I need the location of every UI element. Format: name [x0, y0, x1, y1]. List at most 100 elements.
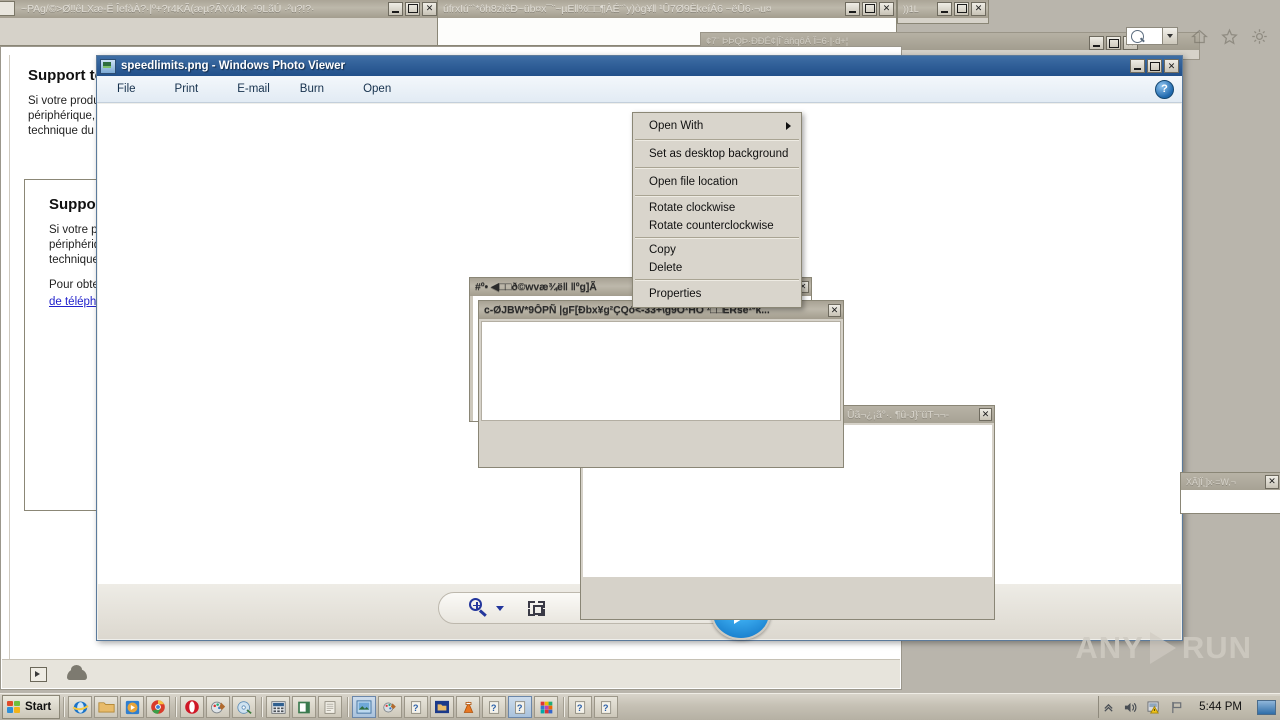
quicklaunch-calculator-icon[interactable]: [266, 696, 291, 718]
menu-separator: [635, 167, 799, 169]
background-window-3[interactable]: ))1L ✕: [897, 0, 989, 24]
menu-email[interactable]: E-mail: [231, 79, 276, 99]
quicklaunch-opera-icon[interactable]: [180, 696, 205, 718]
window-controls[interactable]: ✕: [845, 1, 894, 16]
window-body: [1181, 490, 1280, 513]
media-icon[interactable]: [30, 666, 47, 682]
close-button[interactable]: ✕: [422, 1, 437, 16]
context-menu-item-open-file-location[interactable]: Open file location: [633, 171, 801, 193]
clock[interactable]: 5:44 PM: [1193, 701, 1248, 713]
window-titlebar[interactable]: XÃ]Ï¸]x·=W,¬ ✕: [1181, 473, 1280, 490]
task-colors[interactable]: [534, 696, 559, 718]
window-titlebar[interactable]: ~PAg/©>Ø‼êLXæ-Ë ÎefàÀ?·|º+?r4KÃ(æµ?ÃYó4K…: [0, 0, 439, 18]
close-button[interactable]: ✕: [1164, 59, 1179, 73]
help-button[interactable]: ?: [1155, 79, 1174, 99]
menu-print[interactable]: Print: [169, 79, 220, 99]
network-flag-icon[interactable]: [1170, 701, 1184, 714]
quicklaunch-media-player-icon[interactable]: [120, 696, 145, 718]
task-unknown-doc-5[interactable]: ?: [594, 696, 619, 718]
task-unknown-doc-2[interactable]: ?: [482, 696, 507, 718]
window-controls[interactable]: ✕: [828, 303, 841, 317]
minimize-button[interactable]: [937, 1, 952, 16]
context-menu-item-copy[interactable]: Copy: [633, 241, 801, 259]
taskbar[interactable]: Start ? ? ? ? ? 5:44 PM: [0, 693, 1280, 720]
background-window-7[interactable]: c-ØJBW*9ÔPÑ |gF[Ðbx¥g²ÇQó<-33+\g9Ô¹HÒ ¹□…: [478, 300, 844, 468]
menu-open[interactable]: Open: [357, 79, 412, 99]
menu-item-label: Properties: [649, 288, 702, 300]
maximize-button[interactable]: [405, 1, 420, 16]
quicklaunch-notepad-icon[interactable]: [292, 696, 317, 718]
quicklaunch-disc-icon[interactable]: [232, 696, 257, 718]
svg-text:?: ?: [517, 702, 523, 712]
quicklaunch-document-icon[interactable]: [318, 696, 343, 718]
minimize-button[interactable]: [845, 1, 860, 16]
play-triangle-icon: [1149, 632, 1176, 664]
menu-file[interactable]: File: [111, 79, 157, 99]
window-controls[interactable]: ✕: [388, 1, 437, 16]
window-title: ~PAg/©>Ø‼êLXæ-Ë ÎefàÀ?·|º+?r4KÃ(æµ?ÃYó4K…: [21, 2, 315, 15]
photo-viewer-menubar[interactable]: File Print E-mail Burn Open ?: [97, 76, 1182, 103]
minimize-button[interactable]: [1130, 59, 1145, 73]
start-button[interactable]: Start: [2, 695, 61, 719]
settings-gear-icon[interactable]: [1251, 28, 1268, 45]
volume-icon[interactable]: [1123, 701, 1138, 714]
window-titlebar[interactable]: ))1L ✕: [898, 0, 988, 18]
maximize-button[interactable]: [1147, 59, 1162, 73]
context-menu-item-rotate-clockwise[interactable]: Rotate clockwise: [633, 199, 801, 217]
task-photo-viewer[interactable]: [352, 696, 377, 718]
fit-to-window-icon[interactable]: [528, 600, 545, 616]
close-button[interactable]: ✕: [971, 1, 986, 16]
minimize-button[interactable]: [388, 1, 403, 16]
window-titlebar[interactable]: úfrxIú¨`*ôh8zìêÐ~üb¤x¯¨~µE‖%□□¶ÀÉ¨`y)òg¥…: [438, 0, 896, 18]
system-tray[interactable]: 5:44 PM: [1098, 696, 1280, 718]
context-menu-item-open-with[interactable]: Open With: [633, 115, 801, 137]
task-unknown-doc-4[interactable]: ?: [568, 696, 593, 718]
context-menu[interactable]: Open With Set as desktop background Open…: [632, 112, 802, 308]
search-input[interactable]: [1126, 27, 1178, 45]
close-button[interactable]: ✕: [879, 1, 894, 16]
menu-separator: [635, 237, 799, 239]
window-body: [481, 321, 841, 421]
quicklaunch-paint-icon[interactable]: [206, 696, 231, 718]
maximize-button[interactable]: [954, 1, 969, 16]
window-controls[interactable]: ✕: [937, 1, 986, 16]
task-vlc[interactable]: [456, 696, 481, 718]
close-button[interactable]: ✕: [979, 408, 992, 421]
zoom-dropdown-icon[interactable]: [496, 605, 504, 611]
cloud-icon[interactable]: [67, 664, 87, 680]
close-button[interactable]: ✕: [828, 303, 841, 317]
window-title: XÃ]Ï¸]x·=W,¬: [1186, 476, 1236, 487]
context-menu-item-rotate-counterclockwise[interactable]: Rotate counterclockwise: [633, 217, 801, 235]
context-menu-item-delete[interactable]: Delete: [633, 259, 801, 277]
show-hidden-icons-icon[interactable]: [1103, 702, 1114, 713]
task-unknown-doc-3[interactable]: ?: [508, 696, 533, 718]
window-controls[interactable]: ✕: [1265, 474, 1279, 489]
maximize-button[interactable]: [862, 1, 877, 16]
close-button[interactable]: ✕: [1265, 474, 1279, 489]
quicklaunch-chrome-icon[interactable]: [146, 696, 171, 718]
favorites-star-icon[interactable]: [1221, 28, 1238, 45]
photo-viewer-controls[interactable]: ✕: [1130, 59, 1179, 73]
home-icon[interactable]: [1191, 28, 1208, 45]
context-menu-item-set-as-desktop-background[interactable]: Set as desktop background: [633, 143, 801, 165]
menu-file-label: File: [117, 83, 136, 95]
menu-item-label: Rotate counterclockwise: [649, 220, 774, 232]
show-desktop-icon[interactable]: [1257, 699, 1276, 715]
quicklaunch-folder-icon[interactable]: [94, 696, 119, 718]
window-controls[interactable]: ✕: [979, 408, 992, 421]
browser-toolbar[interactable]: [960, 22, 1280, 50]
photo-viewer-titlebar[interactable]: speedlimits.png - Windows Photo Viewer ✕: [97, 56, 1182, 76]
task-paint[interactable]: [378, 696, 403, 718]
menu-item-label: Set as desktop background: [649, 148, 789, 160]
context-menu-item-properties[interactable]: Properties: [633, 283, 801, 305]
quicklaunch-internet-explorer-icon[interactable]: [68, 696, 93, 718]
background-window-1[interactable]: ~PAg/©>Ø‼êLXæ-Ë ÎefàÀ?·|º+?r4KÃ(æµ?ÃYó4K…: [0, 0, 440, 46]
search-dropdown-icon[interactable]: [1162, 28, 1177, 44]
background-window-9[interactable]: XÃ]Ï¸]x·=W,¬ ✕: [1180, 472, 1280, 514]
task-folder[interactable]: [430, 696, 455, 718]
svg-text:?: ?: [577, 702, 583, 712]
magnifier-plus-icon[interactable]: [469, 598, 489, 618]
task-unknown-doc-1[interactable]: ?: [404, 696, 429, 718]
security-warning-icon[interactable]: [1147, 700, 1161, 714]
menu-burn[interactable]: Burn: [294, 79, 345, 99]
